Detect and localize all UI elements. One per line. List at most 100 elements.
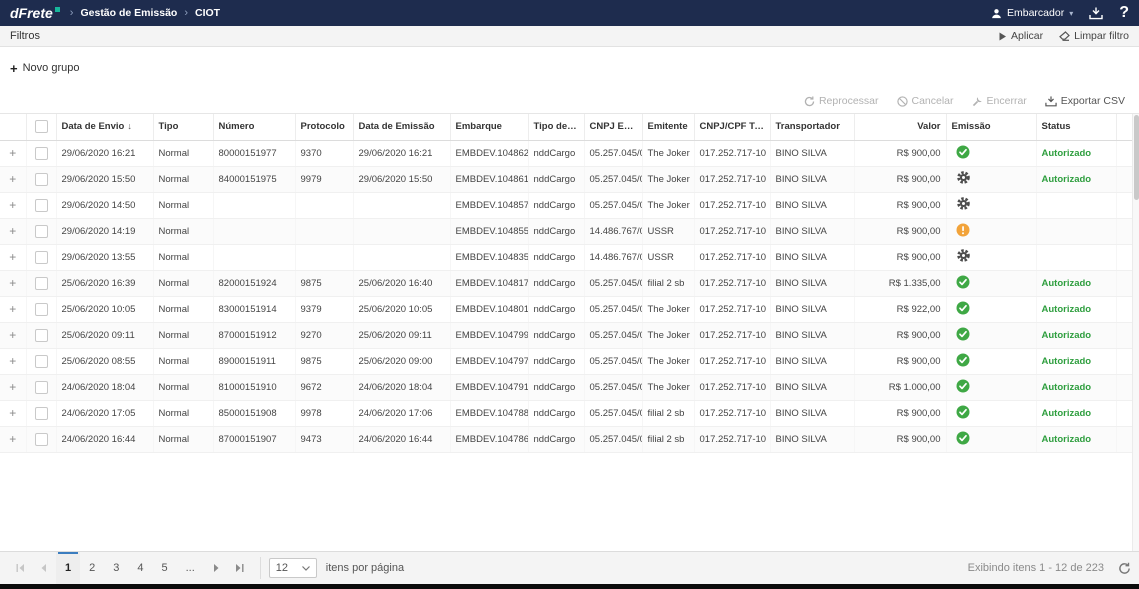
cell-data_envio: 24/06/2020 18:04 <box>56 374 153 400</box>
cell-valor: R$ 922,00 <box>854 296 946 322</box>
page-button-5[interactable]: 5 <box>153 552 177 584</box>
chevron-down-icon <box>302 566 310 571</box>
page-button-1[interactable]: 1 <box>56 552 80 584</box>
column-header-emitente[interactable]: Emitente <box>642 114 694 140</box>
status-label: Autorizado <box>1036 322 1116 348</box>
cell-emitente: The Joker <box>642 140 694 166</box>
expand-row-icon[interactable]: + <box>9 276 16 290</box>
row-checkbox[interactable] <box>35 225 48 238</box>
select-all-checkbox[interactable] <box>35 120 48 133</box>
last-page-button[interactable] <box>228 552 252 584</box>
status-label: Autorizado <box>1036 296 1116 322</box>
vertical-scrollbar[interactable] <box>1132 114 1139 551</box>
table-row[interactable]: +25/06/2020 16:39Normal82000151924987525… <box>0 270 1132 296</box>
table-row[interactable]: +29/06/2020 16:21Normal80000151977937029… <box>0 140 1132 166</box>
prev-page-button[interactable] <box>32 552 56 584</box>
expand-row-icon[interactable]: + <box>9 224 16 238</box>
expand-row-icon[interactable]: + <box>9 406 16 420</box>
expand-row-icon[interactable]: + <box>9 250 16 264</box>
table-row[interactable]: +25/06/2020 08:55Normal89000151911987525… <box>0 348 1132 374</box>
page-size-select[interactable]: 12 <box>269 558 317 578</box>
cell-cnpj_transp: 017.252.717-10 <box>694 322 770 348</box>
export-csv-button[interactable]: Exportar CSV <box>1045 95 1125 107</box>
column-header-tipo[interactable]: Tipo <box>153 114 213 140</box>
apply-filter-button[interactable]: Aplicar <box>998 30 1043 42</box>
column-header-data_envio[interactable]: Data de Envio↓ <box>56 114 153 140</box>
expand-row-icon[interactable]: + <box>9 302 16 316</box>
status-label: Autorizado <box>1036 348 1116 374</box>
cell-valor: R$ 900,00 <box>854 400 946 426</box>
cancel-button[interactable]: Cancelar <box>897 95 954 107</box>
expand-row-icon[interactable]: + <box>9 198 16 212</box>
row-checkbox[interactable] <box>35 355 48 368</box>
cell-emitente: The Joker <box>642 322 694 348</box>
column-header-cnpj_emitente[interactable]: CNPJ Emite... <box>584 114 642 140</box>
breadcrumb-gestao-emissao[interactable]: Gestão de Emissão <box>80 7 177 19</box>
filler-cell <box>1116 270 1132 296</box>
refresh-icon[interactable] <box>1118 552 1131 584</box>
page-button-2[interactable]: 2 <box>80 552 104 584</box>
row-checkbox[interactable] <box>35 277 48 290</box>
page-button-3[interactable]: 3 <box>104 552 128 584</box>
expand-row-icon[interactable]: + <box>9 380 16 394</box>
row-checkbox[interactable] <box>35 251 48 264</box>
expand-row-icon[interactable]: + <box>9 354 16 368</box>
cell-cnpj_transp: 017.252.717-10 <box>694 270 770 296</box>
column-header-emissao[interactable]: Emissão <box>946 114 1036 140</box>
row-checkbox[interactable] <box>35 329 48 342</box>
column-header-embarque[interactable]: Embarque <box>450 114 528 140</box>
page-button-4[interactable]: 4 <box>128 552 152 584</box>
first-page-button[interactable] <box>8 552 32 584</box>
row-checkbox[interactable] <box>35 381 48 394</box>
row-checkbox[interactable] <box>35 147 48 160</box>
filler-cell <box>1116 426 1132 452</box>
cell-tipo_pagamento: nddCargo <box>528 426 584 452</box>
column-header-data_emissao[interactable]: Data de Emissão <box>353 114 450 140</box>
row-checkbox[interactable] <box>35 199 48 212</box>
column-header-tipo_pagamento[interactable]: Tipo de Paga... <box>528 114 584 140</box>
column-header-numero[interactable]: Número <box>213 114 295 140</box>
filler-cell <box>1116 400 1132 426</box>
scrollbar-thumb[interactable] <box>1134 115 1139 200</box>
row-checkbox[interactable] <box>35 173 48 186</box>
column-header-valor[interactable]: Valor <box>854 114 946 140</box>
table-row[interactable]: +25/06/2020 10:05Normal83000151914937925… <box>0 296 1132 322</box>
column-header-status[interactable]: Status <box>1036 114 1116 140</box>
finish-button[interactable]: Encerrar <box>972 95 1027 107</box>
breadcrumb-ciot[interactable]: CIOT <box>195 7 220 19</box>
app-logo[interactable]: dFrete <box>10 6 60 20</box>
table-row[interactable]: +24/06/2020 18:04Normal81000151910967224… <box>0 374 1132 400</box>
filters-panel-title[interactable]: Filtros <box>10 30 40 42</box>
cell-numero: 81000151910 <box>213 374 295 400</box>
row-checkbox[interactable] <box>35 303 48 316</box>
table-row[interactable]: +29/06/2020 14:19NormalEMBDEV.104855nddC… <box>0 218 1132 244</box>
expand-row-icon[interactable]: + <box>9 146 16 160</box>
table-row[interactable]: +24/06/2020 17:05Normal85000151908997824… <box>0 400 1132 426</box>
clear-filter-button[interactable]: Limpar filtro <box>1059 30 1129 42</box>
table-row[interactable]: +25/06/2020 09:11Normal87000151912927025… <box>0 322 1132 348</box>
table-row[interactable]: +29/06/2020 15:50Normal84000151975997929… <box>0 166 1132 192</box>
page-ellipsis-button[interactable]: ... <box>177 552 204 584</box>
reprocess-button[interactable]: Reprocessar <box>804 95 879 107</box>
column-header-protocolo[interactable]: Protocolo <box>295 114 353 140</box>
table-row[interactable]: +29/06/2020 13:55NormalEMBDEV.104835nddC… <box>0 244 1132 270</box>
cell-numero: 89000151911 <box>213 348 295 374</box>
expand-row-icon[interactable]: + <box>9 172 16 186</box>
cell-transportador: BINO SILVA <box>770 322 854 348</box>
help-icon[interactable]: ? <box>1119 4 1129 22</box>
expand-row-icon[interactable]: + <box>9 432 16 446</box>
table-row[interactable]: +29/06/2020 14:50NormalEMBDEV.104857nddC… <box>0 192 1132 218</box>
download-icon[interactable] <box>1089 7 1103 20</box>
expand-row-icon[interactable]: + <box>9 328 16 342</box>
status-label: Autorizado <box>1036 270 1116 296</box>
row-checkbox[interactable] <box>35 433 48 446</box>
column-header-cnpj_transp[interactable]: CNPJ/CPF Transp... <box>694 114 770 140</box>
user-role-menu[interactable]: Embarcador ▾ <box>991 7 1073 19</box>
new-group-button[interactable]: + Novo grupo <box>10 62 79 75</box>
column-header-transportador[interactable]: Transportador <box>770 114 854 140</box>
next-page-button[interactable] <box>204 552 228 584</box>
cell-data_envio: 25/06/2020 10:05 <box>56 296 153 322</box>
row-checkbox[interactable] <box>35 407 48 420</box>
cell-tipo: Normal <box>153 374 213 400</box>
table-row[interactable]: +24/06/2020 16:44Normal87000151907947324… <box>0 426 1132 452</box>
